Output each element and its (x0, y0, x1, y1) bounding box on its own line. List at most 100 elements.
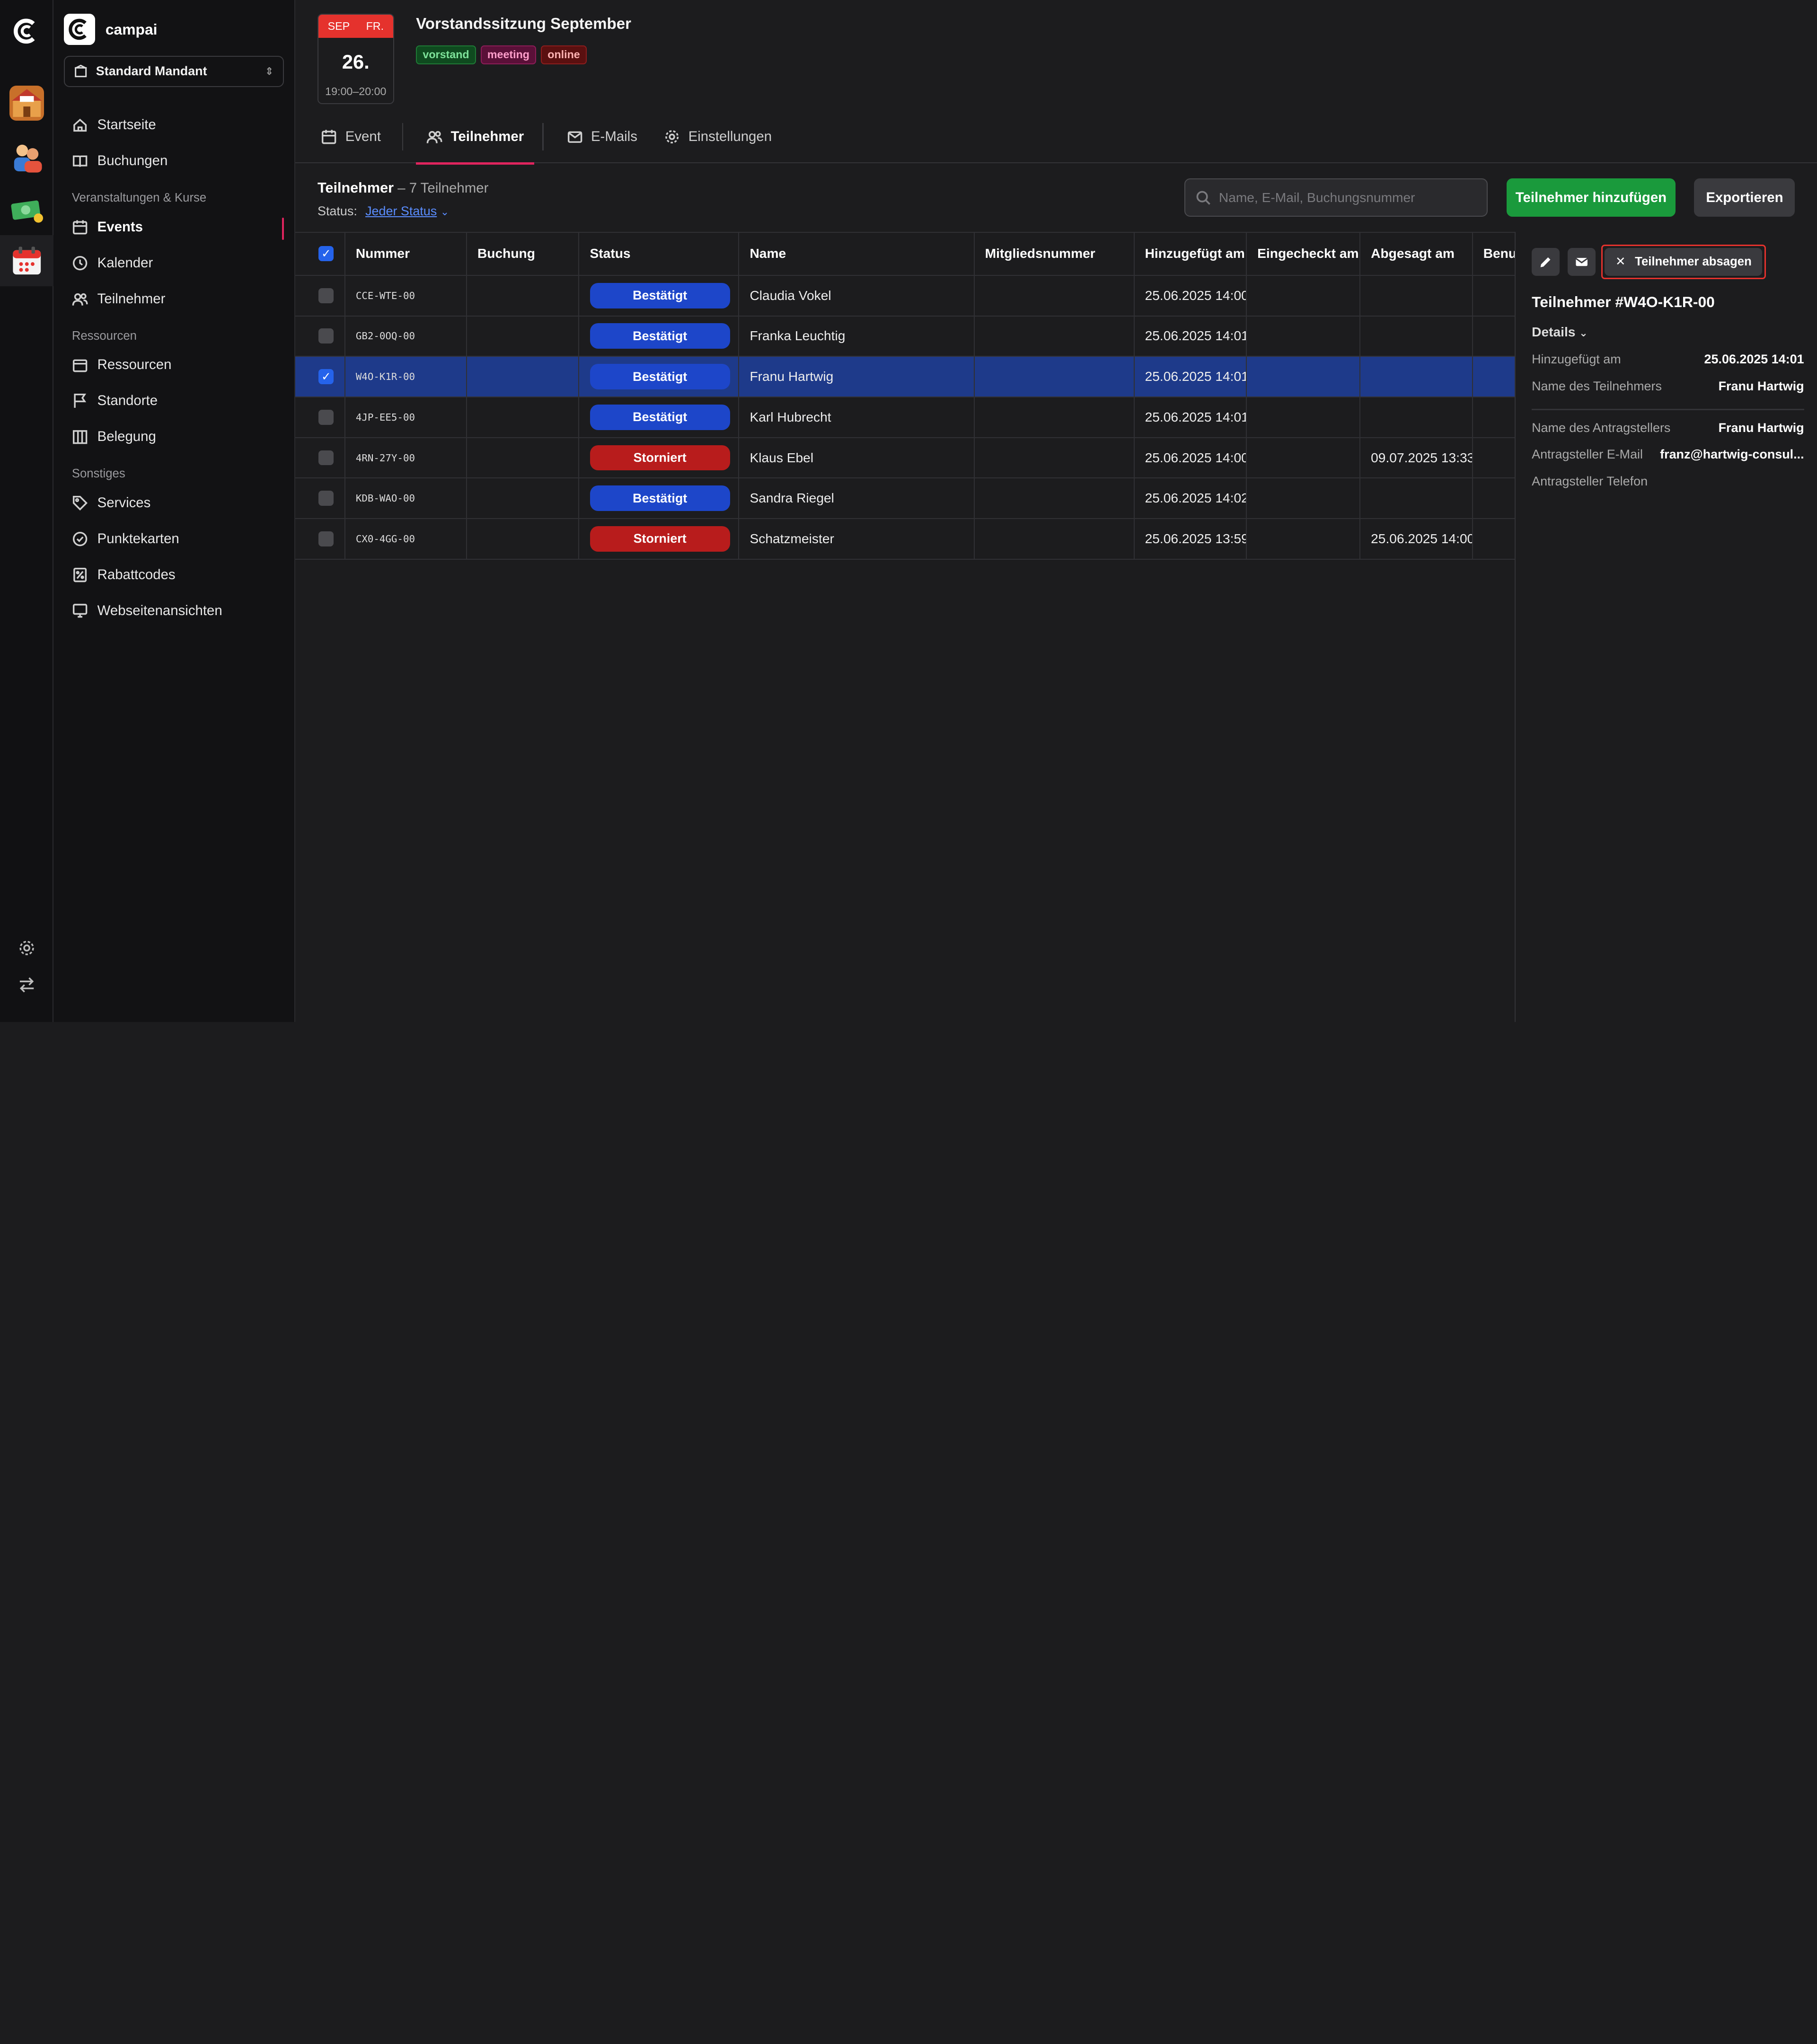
sidebar-item-services[interactable]: Services (72, 491, 151, 514)
tag-badge[interactable]: vorstand (416, 45, 476, 65)
detail-value[interactable]: franz@hartwig-consul... (1660, 447, 1804, 462)
tenant-selector[interactable]: Standard Mandant ⇕ (63, 55, 284, 87)
sidebar-item-label: Events (97, 219, 143, 235)
column-header-benutzer[interactable]: Benu (1473, 233, 1515, 275)
tab-divider (402, 123, 404, 151)
cell-abgesagt (1360, 275, 1473, 316)
sidebar: campai Standard Mandant ⇕ Startseite Buc… (53, 0, 296, 1022)
switch-arrows-icon[interactable] (18, 976, 36, 994)
cell-name: Franu Hartwig (739, 357, 975, 396)
cell-status: Bestätigt (579, 397, 740, 437)
nav-section-title: Sonstiges (71, 467, 125, 480)
row-checkbox[interactable] (318, 328, 334, 344)
page-title: Vorstandssitzung September (416, 15, 631, 33)
cell-mitgliedsnummer (975, 316, 1135, 356)
clock-icon (72, 256, 88, 271)
row-checkbox[interactable] (318, 288, 334, 303)
sidebar-item-startseite[interactable]: Startseite (72, 114, 156, 137)
column-header-mitgliedsnummer[interactable]: Mitgliedsnummer (975, 232, 1135, 275)
table-row[interactable]: KDB-WAO-00 Bestätigt Sandra Riegel 25.06.20… (295, 478, 1515, 520)
select-all-checkbox[interactable]: ✓ (318, 246, 334, 262)
column-header-hinzugefuegt[interactable]: Hinzugefügt am (1135, 232, 1247, 275)
cell-benutzer (1473, 478, 1515, 518)
row-checkbox[interactable] (318, 450, 334, 466)
close-icon: ✕ (1615, 255, 1626, 269)
row-checkbox[interactable] (318, 531, 334, 546)
sidebar-item-punktekarten[interactable]: Punktekarten (72, 527, 179, 550)
details-toggle[interactable]: Details ⌄ (1532, 325, 1588, 340)
pencil-icon (1540, 257, 1551, 267)
calendar-icon (322, 130, 336, 144)
sidebar-item-label: Kalender (97, 255, 153, 271)
cancel-participant-label: Teilnehmer absagen (1635, 255, 1752, 268)
row-checkbox[interactable]: ✓ (318, 369, 334, 385)
chevron-down-icon[interactable]: ⌄ (441, 206, 449, 218)
events-app-icon[interactable] (9, 243, 44, 278)
column-header-nummer[interactable]: Nummer (345, 232, 467, 275)
cell-buchung (467, 438, 580, 478)
sidebar-item-teilnehmer[interactable]: Teilnehmer (72, 287, 165, 310)
sidebar-item-kalender[interactable]: Kalender (72, 251, 153, 274)
sidebar-item-webseitenansichten[interactable]: Webseitenansichten (72, 599, 222, 622)
cell-buchung (467, 316, 580, 356)
table-row[interactable]: 4RN-27Y-00 Storniert Klaus Ebel 25.06.2025 … (295, 438, 1515, 479)
sidebar-item-ressourcen[interactable]: Ressourcen (72, 353, 172, 377)
members-app-icon[interactable] (9, 140, 44, 175)
sidebar-item-label: Ressourcen (97, 357, 172, 373)
cell-nummer: CCE-WTE-00 (345, 275, 467, 316)
sidebar-item-rabattcodes[interactable]: Rabattcodes (72, 563, 176, 586)
status-filter-dropdown[interactable]: Jeder Status (365, 204, 437, 218)
export-button[interactable]: Exportieren (1694, 178, 1795, 217)
sidebar-item-buchungen[interactable]: Buchungen (72, 150, 168, 173)
search-placeholder: Name, E-Mail, Buchungsnummer (1218, 190, 1415, 205)
cell-eingecheckt (1247, 275, 1361, 316)
sidebar-item-belegung[interactable]: Belegung (72, 425, 156, 449)
tag-badge[interactable]: meeting (480, 45, 537, 65)
tab-teilnehmer[interactable]: Teilnehmer (416, 110, 535, 165)
cell-hinzugefuegt: 25.06.2025 14:01 (1135, 397, 1247, 437)
participant-detail-panel: ✕ Teilnehmer absagen Teilnehmer #W4O-K1R… (1514, 231, 1817, 1022)
tab-event[interactable]: Event (321, 110, 381, 164)
add-participant-button[interactable]: Teilnehmer hinzufügen (1506, 178, 1676, 217)
finance-app-icon[interactable] (9, 193, 44, 227)
settings-gear-icon[interactable] (18, 939, 36, 957)
cell-nummer: 4RN-27Y-00 (345, 438, 467, 478)
cell-abgesagt (1360, 357, 1473, 396)
column-header-status[interactable]: Status (579, 232, 740, 275)
tab-einstellungen[interactable]: Einstellungen (664, 110, 772, 164)
cell-buchung (467, 357, 580, 396)
tab-emails[interactable]: E-Mails (567, 110, 637, 164)
table-row[interactable]: CX0-4GG-00 Storniert Schatzmeister 25.06.20… (295, 519, 1515, 560)
status-badge: Bestätigt (590, 485, 730, 511)
brand[interactable]: campai (63, 14, 158, 45)
box-icon (72, 359, 88, 372)
sidebar-item-label: Punktekarten (97, 530, 179, 546)
cell-abgesagt (1360, 478, 1473, 519)
sidebar-item-label: Services (97, 494, 151, 511)
table-row[interactable]: 4JP-EE5-00 Bestätigt Karl Hubrecht 25.06.20… (295, 397, 1515, 438)
column-header-name[interactable]: Name (739, 232, 975, 275)
edit-button[interactable] (1532, 248, 1560, 276)
campai-logo-icon[interactable] (11, 16, 42, 46)
club-app-icon[interactable] (9, 86, 44, 121)
email-button[interactable] (1568, 248, 1596, 276)
participant-count: – 7 Teilnehmer (397, 180, 489, 196)
column-header-abgesagt[interactable]: Abgesagt am (1360, 232, 1473, 275)
table-row[interactable]: ✓ W4O-K1R-00 Bestätigt Franu Hartwig 25.06.2… (295, 357, 1515, 397)
column-header-buchung[interactable]: Buchung (467, 232, 580, 275)
column-header-eingecheckt[interactable]: Eingecheckt am (1247, 232, 1361, 275)
cell-hinzugefuegt: 25.06.2025 14:01 (1135, 357, 1247, 396)
tag-badge[interactable]: online (541, 45, 587, 65)
cancel-participant-button[interactable]: ✕ Teilnehmer absagen (1605, 248, 1763, 276)
row-checkbox[interactable] (318, 409, 334, 425)
search-input[interactable]: Name, E-Mail, Buchungsnummer (1184, 178, 1488, 217)
row-select-cell (295, 438, 345, 478)
cell-abgesagt: 25.06.2025 14:00 (1360, 519, 1473, 559)
sidebar-item-events[interactable]: Events (72, 216, 143, 239)
table-row[interactable]: GB2-0OQ-00 Bestätigt Franka Leuchtig 25.06.… (295, 316, 1515, 357)
status-badge: Bestätigt (590, 282, 730, 308)
table-row[interactable]: CCE-WTE-00 Bestätigt Claudia Vokel 25.06.20… (295, 275, 1515, 317)
row-checkbox[interactable] (318, 491, 334, 506)
sidebar-item-standorte[interactable]: Standorte (72, 389, 158, 413)
calendar-icon (72, 220, 88, 235)
